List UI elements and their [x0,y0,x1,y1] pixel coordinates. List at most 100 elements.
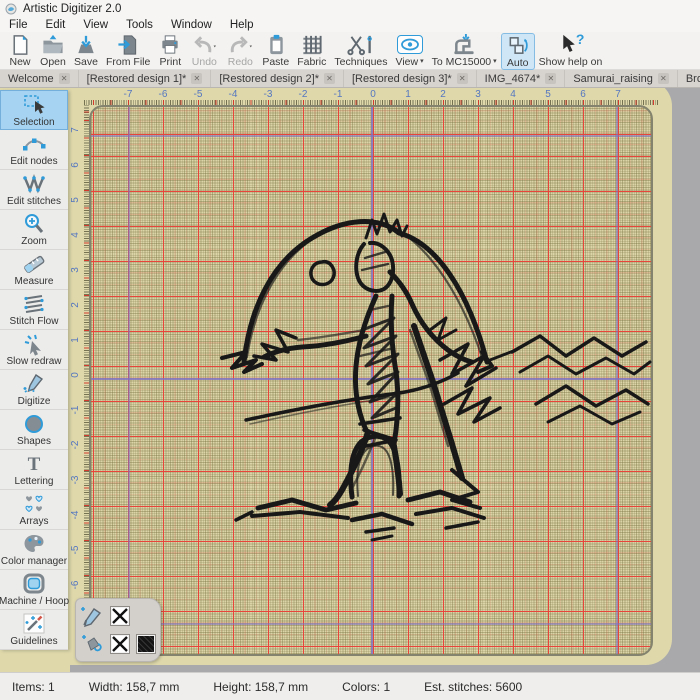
redo-icon [226,33,254,56]
undo-button[interactable]: Undo [186,33,222,68]
ruler-mark: -5 [70,543,84,557]
ruler-mark: -4 [226,89,240,100]
edit-nodes-icon [21,132,47,156]
ruler-mark: 2 [436,89,450,100]
close-icon[interactable]: ✕ [59,73,70,84]
menu-edit[interactable]: Edit [37,19,75,31]
close-icon[interactable]: ✕ [545,73,556,84]
color-manager-icon [21,532,47,556]
sidebar-item-lettering[interactable]: T Lettering [0,450,68,490]
ruler-mark: -1 [70,403,84,417]
auto-button[interactable]: Auto [501,33,535,70]
tab-restored-design-3[interactable]: [Restored design 3]*✕ [344,70,477,87]
tab-restored-design-2[interactable]: [Restored design 2]*✕ [211,70,344,87]
menu-file[interactable]: File [0,19,37,31]
menu-help[interactable]: Help [221,19,263,31]
ruler-ticks [84,105,89,656]
open-button[interactable]: Open [36,33,70,68]
pen-color-none-swatch[interactable] [110,606,130,626]
ruler-vertical[interactable]: 7 6 5 4 3 2 1 0 -1 -2 -3 -4 -5 -6 [70,105,89,661]
pen-color-icon [80,604,104,628]
ruler-horizontal[interactable]: -7 -6 -5 -4 -3 -2 -1 0 1 2 3 4 5 6 7 [70,88,670,105]
sidebar-item-machine-hoop[interactable]: Machine / Hoop [0,570,68,610]
fill-color-black-swatch[interactable] [136,634,156,654]
ruler-mark: -6 [70,578,84,592]
print-icon [158,33,182,56]
ruler-ticks [84,100,658,105]
close-icon[interactable]: ✕ [324,73,335,84]
tab-welcome[interactable]: Welcome✕ [0,70,79,87]
digitize-icon [21,372,47,396]
sidebar-item-digitize[interactable]: Digitize [0,370,68,410]
pen-color-row [80,604,156,628]
ruler-mark: -2 [70,438,84,452]
show-help-button[interactable]: ? Show help on [535,33,607,68]
sidebar-item-shapes[interactable]: Shapes [0,410,68,450]
sidebar-item-guidelines[interactable]: Guidelines [0,610,68,650]
sidebar-item-edit-stitches[interactable]: Edit stitches [0,170,68,210]
view-eye-icon [397,35,423,54]
ruler-mark: 4 [70,228,84,242]
redo-button[interactable]: Redo [222,33,258,68]
paste-button[interactable]: Paste [258,33,293,68]
techniques-button[interactable]: Techniques [330,33,391,68]
menu-window[interactable]: Window [162,19,221,31]
ruler-mark: -5 [191,89,205,100]
view-button[interactable]: View▾ [392,33,428,68]
stitch-flow-icon [21,292,47,316]
status-width: Width: 158,7 mm [89,680,180,694]
save-button[interactable]: Save [70,33,102,68]
ruler-mark: -4 [70,508,84,522]
status-colors: Colors: 1 [342,680,390,694]
hoop-grid [89,105,653,656]
sidebar-item-zoom[interactable]: Zoom [0,210,68,250]
zoom-icon [21,212,47,236]
fabric-button[interactable]: Fabric [293,33,330,68]
chevron-down-icon: ▾ [420,56,424,68]
from-file-button[interactable]: From File [102,33,154,68]
close-icon[interactable]: ✕ [658,73,669,84]
ruler-mark: -3 [261,89,275,100]
tab-restored-design-1[interactable]: [Restored design 1]*✕ [79,70,212,87]
close-icon[interactable]: ✕ [457,73,468,84]
sidebar-item-measure[interactable]: Measure [0,250,68,290]
slow-redraw-icon [21,332,47,356]
ruler-mark: 7 [611,89,625,100]
to-machine-button[interactable]: To MC15000▾ [428,33,501,68]
status-height: Height: 158,7 mm [213,680,308,694]
sidebar-item-edit-nodes[interactable]: Edit nodes [0,130,68,170]
sidebar-item-stitch-flow[interactable]: Stitch Flow [0,290,68,330]
new-document-icon [8,33,32,56]
paste-icon [264,33,288,56]
tab-browser[interactable]: Browser✕ [678,70,700,87]
ruler-mark: 7 [70,123,84,137]
sidebar-item-arrays[interactable]: Arrays [0,490,68,530]
ruler-mark: -6 [156,89,170,100]
ruler-mark: 1 [401,89,415,100]
ruler-mark: 5 [70,193,84,207]
print-button[interactable]: Print [154,33,186,68]
sidebar-item-color-manager[interactable]: Color manager [0,530,68,570]
status-est-stitches: Est. stitches: 5600 [424,680,522,694]
menu-view[interactable]: View [74,19,117,31]
guidelines-icon [21,612,47,636]
close-icon[interactable]: ✕ [191,73,202,84]
arrays-icon [21,492,47,516]
open-folder-icon [40,33,66,56]
design-canvas[interactable]: -7 -6 -5 -4 -3 -2 -1 0 1 2 3 4 5 6 7 7 6… [70,88,700,672]
hoop-boundary-left [128,107,130,654]
fill-color-none-swatch[interactable] [110,634,130,654]
new-button[interactable]: New [4,33,36,68]
grid-axis-vertical [371,107,373,654]
statusbar: Items: 1 Width: 158,7 mm Height: 158,7 m… [0,672,700,700]
measure-icon [21,252,47,276]
fill-color-icon [80,632,104,656]
sidebar-item-slow-redraw[interactable]: Slow redraw [0,330,68,370]
fabric-icon [300,33,324,56]
menu-tools[interactable]: Tools [117,19,162,31]
tab-samurai-raising[interactable]: Samurai_raising✕ [565,70,677,87]
help-cursor-icon: ? [558,33,582,56]
sidebar-item-selection[interactable]: Selection [0,90,68,130]
ruler-mark: 3 [70,263,84,277]
tab-img-4674[interactable]: IMG_4674*✕ [477,70,566,87]
